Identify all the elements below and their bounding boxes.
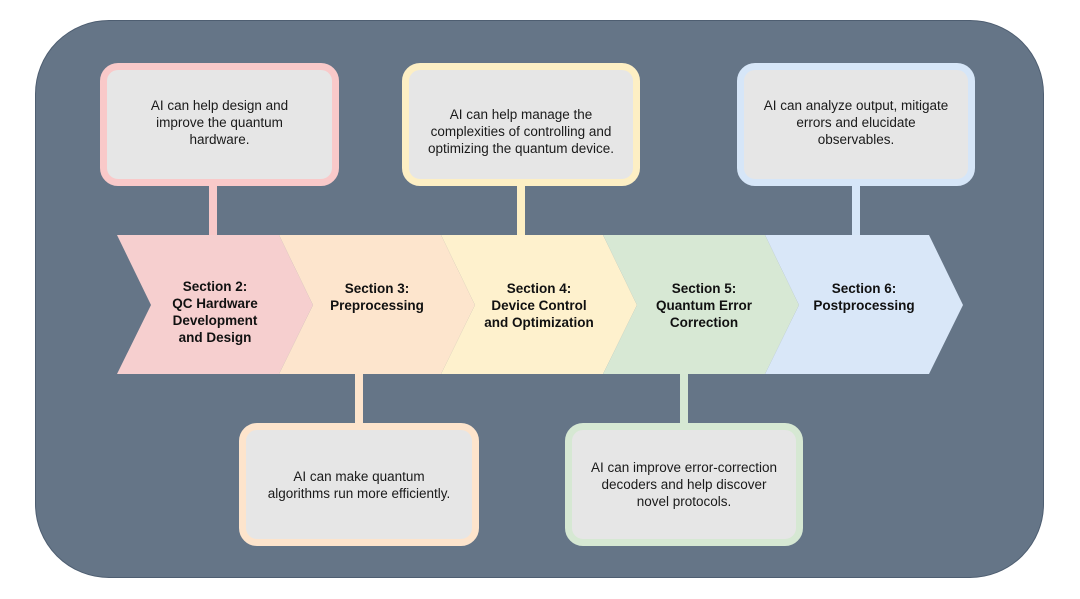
section-2-label: Section 2: QC Hardware Development and D… — [151, 278, 279, 346]
description-line: hardware. — [189, 132, 250, 147]
description-line: AI can make quantum — [293, 468, 425, 484]
description-box-section-2: AI can help design and improve the quant… — [100, 63, 339, 186]
description-line: novel protocols. — [636, 494, 732, 509]
description-line: algorithms run more efficiently. — [267, 485, 451, 501]
description-box-section-4: AI can help manage the complexities of c… — [402, 63, 640, 186]
section-4-line: Device Control — [491, 298, 587, 313]
description-line: AI can analyze output, mitigate — [763, 98, 949, 113]
section-2-line: Development — [172, 313, 258, 328]
section-5-label: Section 5: Quantum Error Correction — [637, 280, 771, 331]
description-box-section-5: AI can improve error-correction decoders… — [565, 423, 803, 546]
description-line: observables. — [817, 132, 895, 147]
description-line: improve the quantum — [156, 115, 283, 130]
section-2-line: and Design — [178, 330, 252, 345]
description-line: complexities of controlling and — [430, 124, 612, 139]
description-box-section-6: AI can analyze output, mitigate errors a… — [737, 63, 975, 186]
section-6-line: Postprocessing — [813, 298, 915, 313]
section-4-label: Section 4: Device Control and Optimizati… — [475, 280, 603, 331]
section-2-title: Section 2: — [182, 279, 248, 294]
section-6-title: Section 6: — [831, 281, 897, 296]
description-line: errors and elucidate — [796, 115, 916, 130]
section-4-title: Section 4: — [506, 281, 572, 296]
description-line: AI can help design and — [150, 98, 289, 113]
description-line: AI can improve error-correction — [590, 460, 778, 475]
section-2-line: QC Hardware — [172, 296, 258, 311]
section-5-title: Section 5: — [671, 281, 737, 296]
section-5-line: Quantum Error — [655, 298, 752, 313]
description-line: optimizing the quantum device. — [427, 141, 615, 156]
section-3-title: Section 3: — [344, 281, 410, 296]
section-4-line: and Optimization — [484, 315, 594, 330]
section-5-line: Correction — [669, 315, 739, 330]
description-line: decoders and help discover — [601, 477, 767, 492]
description-box-section-3: AI can make quantum algorithms run more … — [239, 423, 479, 546]
section-3-line: Preprocessing — [330, 298, 424, 313]
description-line: AI can help manage the — [449, 107, 593, 122]
section-3-label: Section 3: Preprocessing — [313, 280, 441, 314]
section-6-label: Section 6: Postprocessing — [799, 280, 929, 314]
